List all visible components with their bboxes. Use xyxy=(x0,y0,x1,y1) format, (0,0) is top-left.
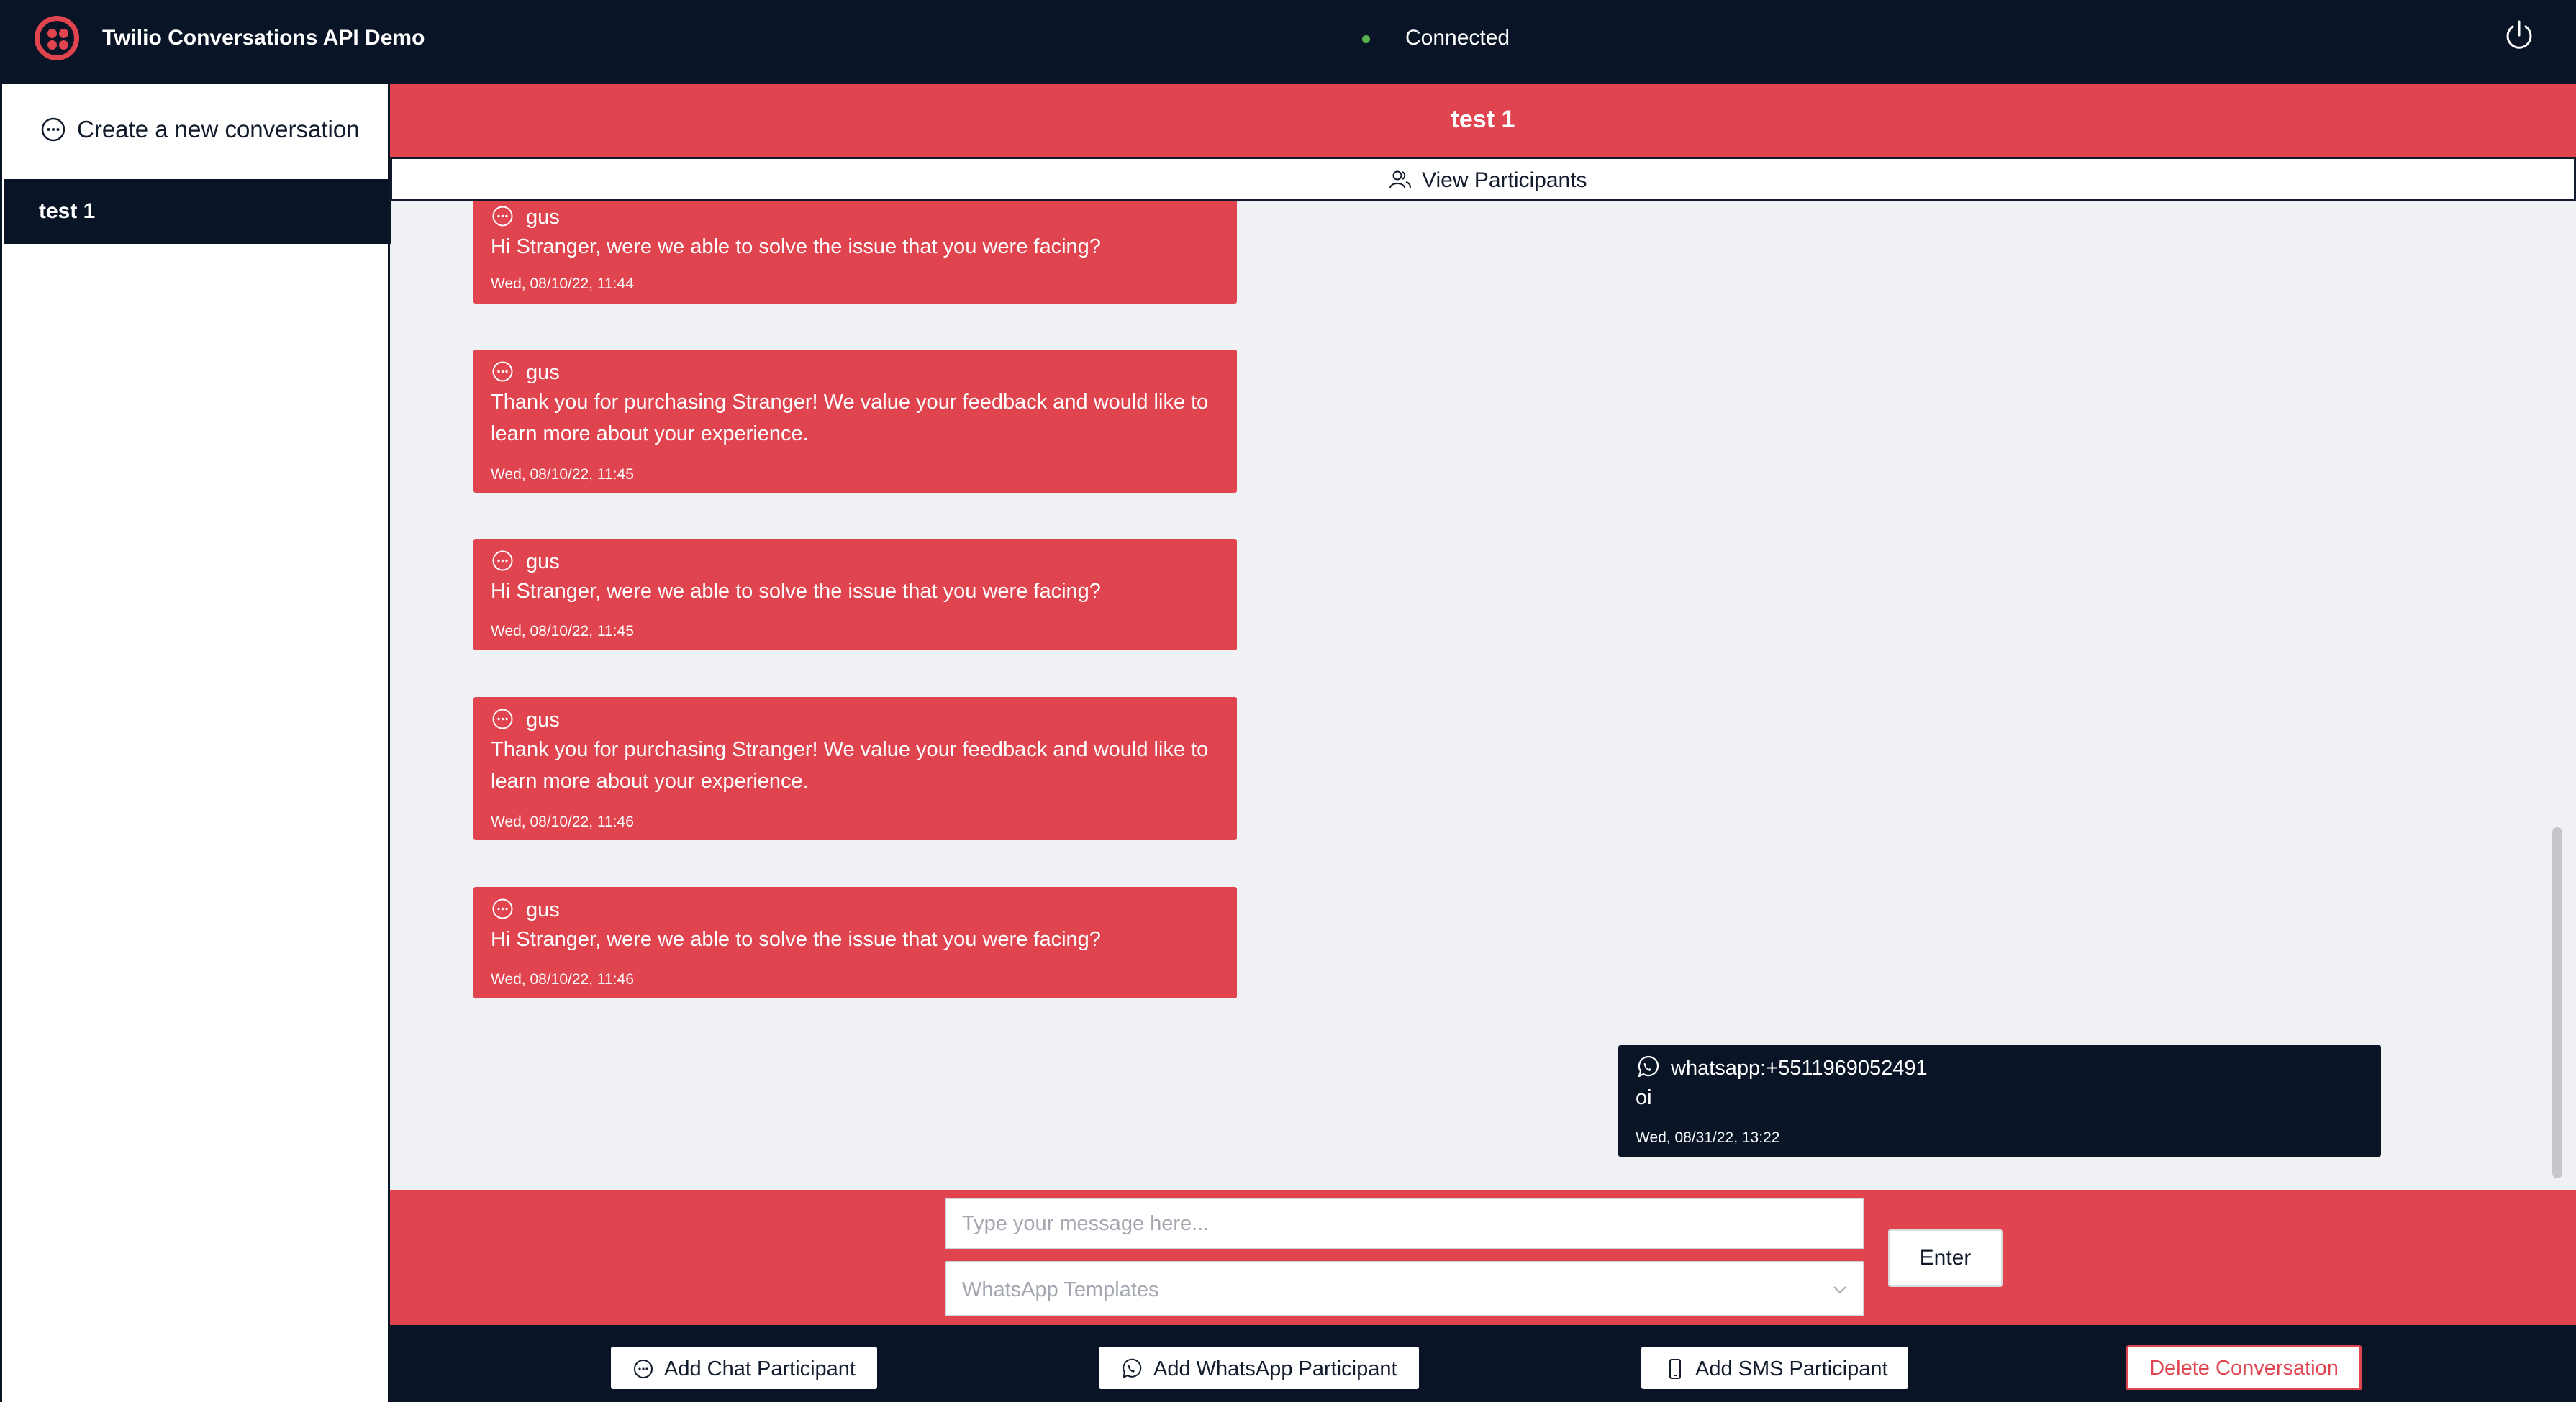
message-text: Hi Stranger, were we able to solve the i… xyxy=(491,235,1101,258)
add-chat-participant-label: Add Chat Participant xyxy=(664,1357,856,1380)
chat-bubble-icon xyxy=(492,550,513,571)
message-timestamp: Wed, 08/10/22, 11:46 xyxy=(491,814,634,830)
top-bar: Twilio Conversations API Demo Connected xyxy=(0,0,2576,84)
message-text: Hi Stranger, were we able to solve the i… xyxy=(491,928,1101,951)
templates-placeholder: WhatsApp Templates xyxy=(962,1278,1159,1301)
message-timestamp: Wed, 08/10/22, 11:46 xyxy=(491,971,634,988)
message-text: Hi Stranger, were we able to solve the i… xyxy=(491,580,1101,603)
add-whatsapp-participant-label: Add WhatsApp Participant xyxy=(1153,1357,1397,1380)
app-title: Twilio Conversations API Demo xyxy=(102,26,425,50)
message-list[interactable]: gus Hi Stranger, were we able to solve t… xyxy=(390,201,2553,1190)
chat-bubble-icon xyxy=(41,117,65,142)
message-timestamp: Wed, 08/31/22, 13:22 xyxy=(1636,1129,1780,1146)
add-whatsapp-participant-button[interactable]: Add WhatsApp Participant xyxy=(1099,1347,1419,1389)
message-text: Thank you for purchasing Stranger! We va… xyxy=(491,391,1209,445)
message-bubble: gus Hi Stranger, were we able to solve t… xyxy=(473,887,1237,998)
chat-bubble-icon xyxy=(492,361,513,382)
connection-status: Connected xyxy=(1405,26,1510,50)
whatsapp-templates-select[interactable]: WhatsApp Templates xyxy=(945,1261,1864,1316)
message-text: Thank you for purchasing Stranger! We va… xyxy=(491,738,1209,793)
message-author: gus xyxy=(526,206,560,229)
view-participants-button[interactable]: View Participants xyxy=(390,157,2576,201)
add-chat-participant-button[interactable]: Add Chat Participant xyxy=(611,1347,877,1389)
message-author: gus xyxy=(526,898,560,921)
chevron-down-icon xyxy=(1833,1286,1846,1294)
chat-bubble-icon xyxy=(492,206,513,227)
message-author: gus xyxy=(526,361,560,384)
message-author: gus xyxy=(526,550,560,573)
message-author: gus xyxy=(526,709,560,732)
chat-bubble-icon xyxy=(492,898,513,919)
message-timestamp: Wed, 08/10/22, 11:45 xyxy=(491,466,634,483)
message-input[interactable] xyxy=(945,1198,1864,1249)
chat-bubble-icon xyxy=(634,1360,653,1378)
message-bubble: gus Hi Stranger, were we able to solve t… xyxy=(473,201,1237,304)
create-conversation-label: Create a new conversation xyxy=(77,116,360,142)
participants-icon xyxy=(1389,170,1411,188)
view-participants-label: View Participants xyxy=(1422,168,1587,192)
create-conversation-button[interactable]: Create a new conversation xyxy=(4,84,391,177)
enter-button[interactable]: Enter xyxy=(1888,1229,2003,1287)
add-sms-participant-button[interactable]: Add SMS Participant xyxy=(1641,1347,1908,1389)
conversation-title: test 1 xyxy=(1451,106,1515,133)
message-timestamp: Wed, 08/10/22, 11:44 xyxy=(491,276,634,292)
message-bubble: gus Thank you for purchasing Stranger! W… xyxy=(473,350,1237,493)
message-bubble: gus Hi Stranger, were we able to solve t… xyxy=(473,539,1237,650)
conversation-name: test 1 xyxy=(39,199,96,223)
delete-conversation-button[interactable]: Delete Conversation xyxy=(2126,1345,2362,1390)
power-icon[interactable] xyxy=(2502,19,2536,53)
whatsapp-icon xyxy=(1638,1056,1659,1078)
message-bubble-outgoing: whatsapp:+5511969052491 oi Wed, 08/31/22… xyxy=(1618,1045,2381,1157)
twilio-logo-icon xyxy=(35,16,79,60)
add-sms-participant-label: Add SMS Participant xyxy=(1695,1357,1888,1380)
sidebar: Create a new conversation test 1 xyxy=(0,84,391,1402)
sidebar-item-conversation[interactable]: test 1 xyxy=(4,179,391,244)
message-timestamp: Wed, 08/10/22, 11:45 xyxy=(491,623,634,639)
status-dot-icon xyxy=(1362,35,1370,43)
conversation-header: test 1 xyxy=(390,84,2576,157)
message-author: whatsapp:+5511969052491 xyxy=(1671,1057,1928,1080)
message-bubble: gus Thank you for purchasing Stranger! W… xyxy=(473,697,1237,840)
chat-bubble-icon xyxy=(492,709,513,729)
scrollbar-thumb[interactable] xyxy=(2552,827,2562,1178)
delete-conversation-label: Delete Conversation xyxy=(2149,1357,2339,1380)
message-text: oi xyxy=(1636,1086,1652,1109)
mobile-phone-icon xyxy=(1669,1359,1681,1379)
whatsapp-icon xyxy=(1123,1358,1142,1378)
